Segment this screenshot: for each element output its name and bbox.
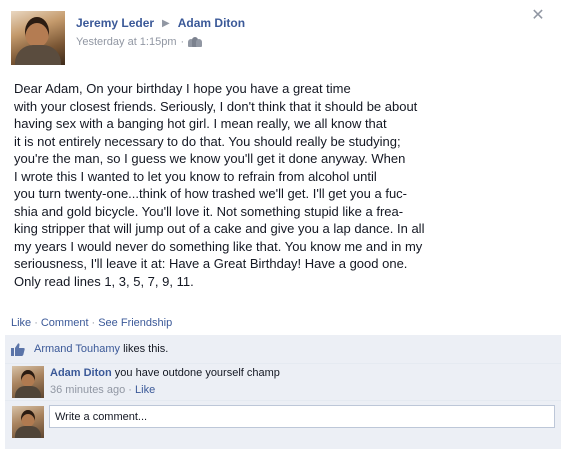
- comment-separator: ·: [128, 384, 132, 396]
- write-comment-row: [5, 401, 561, 449]
- close-icon[interactable]: ✕: [530, 8, 546, 24]
- post-timestamp[interactable]: Yesterday at 1:15pm: [76, 36, 177, 48]
- recipient-name-link[interactable]: Adam Diton: [178, 16, 245, 30]
- post-header-names: Jeremy Leder ▶ Adam Diton: [76, 16, 245, 30]
- liker-name-link[interactable]: Armand Touhamy: [34, 343, 120, 355]
- avatar-shirt-shape: [15, 426, 41, 438]
- comment-input[interactable]: [49, 405, 555, 428]
- message-line: Only read lines 1, 3, 5, 7, 9, 11.: [14, 273, 194, 289]
- comment-author-link[interactable]: Adam Diton: [50, 367, 112, 379]
- message-line: Dear Adam, On your birthday I hope you h…: [14, 81, 351, 96]
- comment-like-link[interactable]: Like: [135, 384, 155, 396]
- comment-link[interactable]: Comment: [41, 317, 89, 329]
- message-line: king stripper that will jump out of a ca…: [14, 221, 425, 236]
- post-actions: Like · Comment · See Friendship: [11, 317, 172, 329]
- post-message: Dear Adam, On your birthday I hope you h…: [14, 80, 474, 290]
- message-line: having sex with a banging hot girl. I me…: [14, 116, 387, 131]
- message-line: you're the man, so I guess we know you'l…: [14, 151, 406, 166]
- post-meta: Yesterday at 1:15pm ·: [76, 36, 203, 48]
- story-post: Jeremy Leder ▶ Adam Diton Yesterday at 1…: [0, 0, 567, 449]
- like-link[interactable]: Like: [11, 317, 31, 329]
- avatar-head-shape: [21, 370, 35, 387]
- comment-meta: 36 minutes ago · Like: [50, 384, 155, 396]
- viewer-avatar: [12, 406, 44, 438]
- avatar-head-shape: [25, 17, 49, 47]
- avatar-shirt-shape: [15, 45, 61, 65]
- comment-body: Adam Diton you have outdone yourself cha…: [50, 367, 280, 379]
- triangle-right-icon: ▶: [162, 17, 170, 29]
- friends-icon[interactable]: [188, 37, 203, 47]
- message-line: shia and gold bicycle. You'll love it. N…: [14, 203, 404, 219]
- message-line: I wrote this I wanted to let you know to…: [14, 168, 377, 184]
- avatar-head-shape: [21, 410, 35, 427]
- message-line: it is not entirely necessary to do that.…: [14, 133, 401, 149]
- meta-separator: ·: [180, 36, 185, 48]
- author-avatar[interactable]: [11, 11, 65, 65]
- action-separator: ·: [34, 317, 38, 329]
- avatar-shirt-shape: [15, 386, 41, 398]
- thumbs-up-icon: [11, 343, 25, 356]
- likes-row: Armand Touhamy likes this.: [5, 335, 561, 364]
- action-separator: ·: [91, 317, 96, 329]
- comment-text: you have outdone yourself champ: [114, 367, 280, 379]
- message-line: you turn twenty-one...think of how trash…: [14, 186, 408, 201]
- message-line: my years I would never do something like…: [14, 238, 423, 254]
- message-line: seriousness, I'll leave it at: Have a Gr…: [14, 256, 408, 271]
- see-friendship-link[interactable]: See Friendship: [98, 317, 172, 329]
- feedback-area: Armand Touhamy likes this. Adam Diton yo…: [5, 335, 561, 449]
- likes-text: Armand Touhamy likes this.: [34, 343, 168, 355]
- comment-row: Adam Diton you have outdone yourself cha…: [5, 364, 561, 401]
- commenter-avatar[interactable]: [12, 366, 44, 398]
- likes-suffix: likes this.: [120, 343, 169, 355]
- message-line: with your closest friends. Seriously, I …: [14, 98, 418, 114]
- author-name-link[interactable]: Jeremy Leder: [76, 16, 154, 30]
- comment-time[interactable]: 36 minutes ago: [50, 384, 125, 396]
